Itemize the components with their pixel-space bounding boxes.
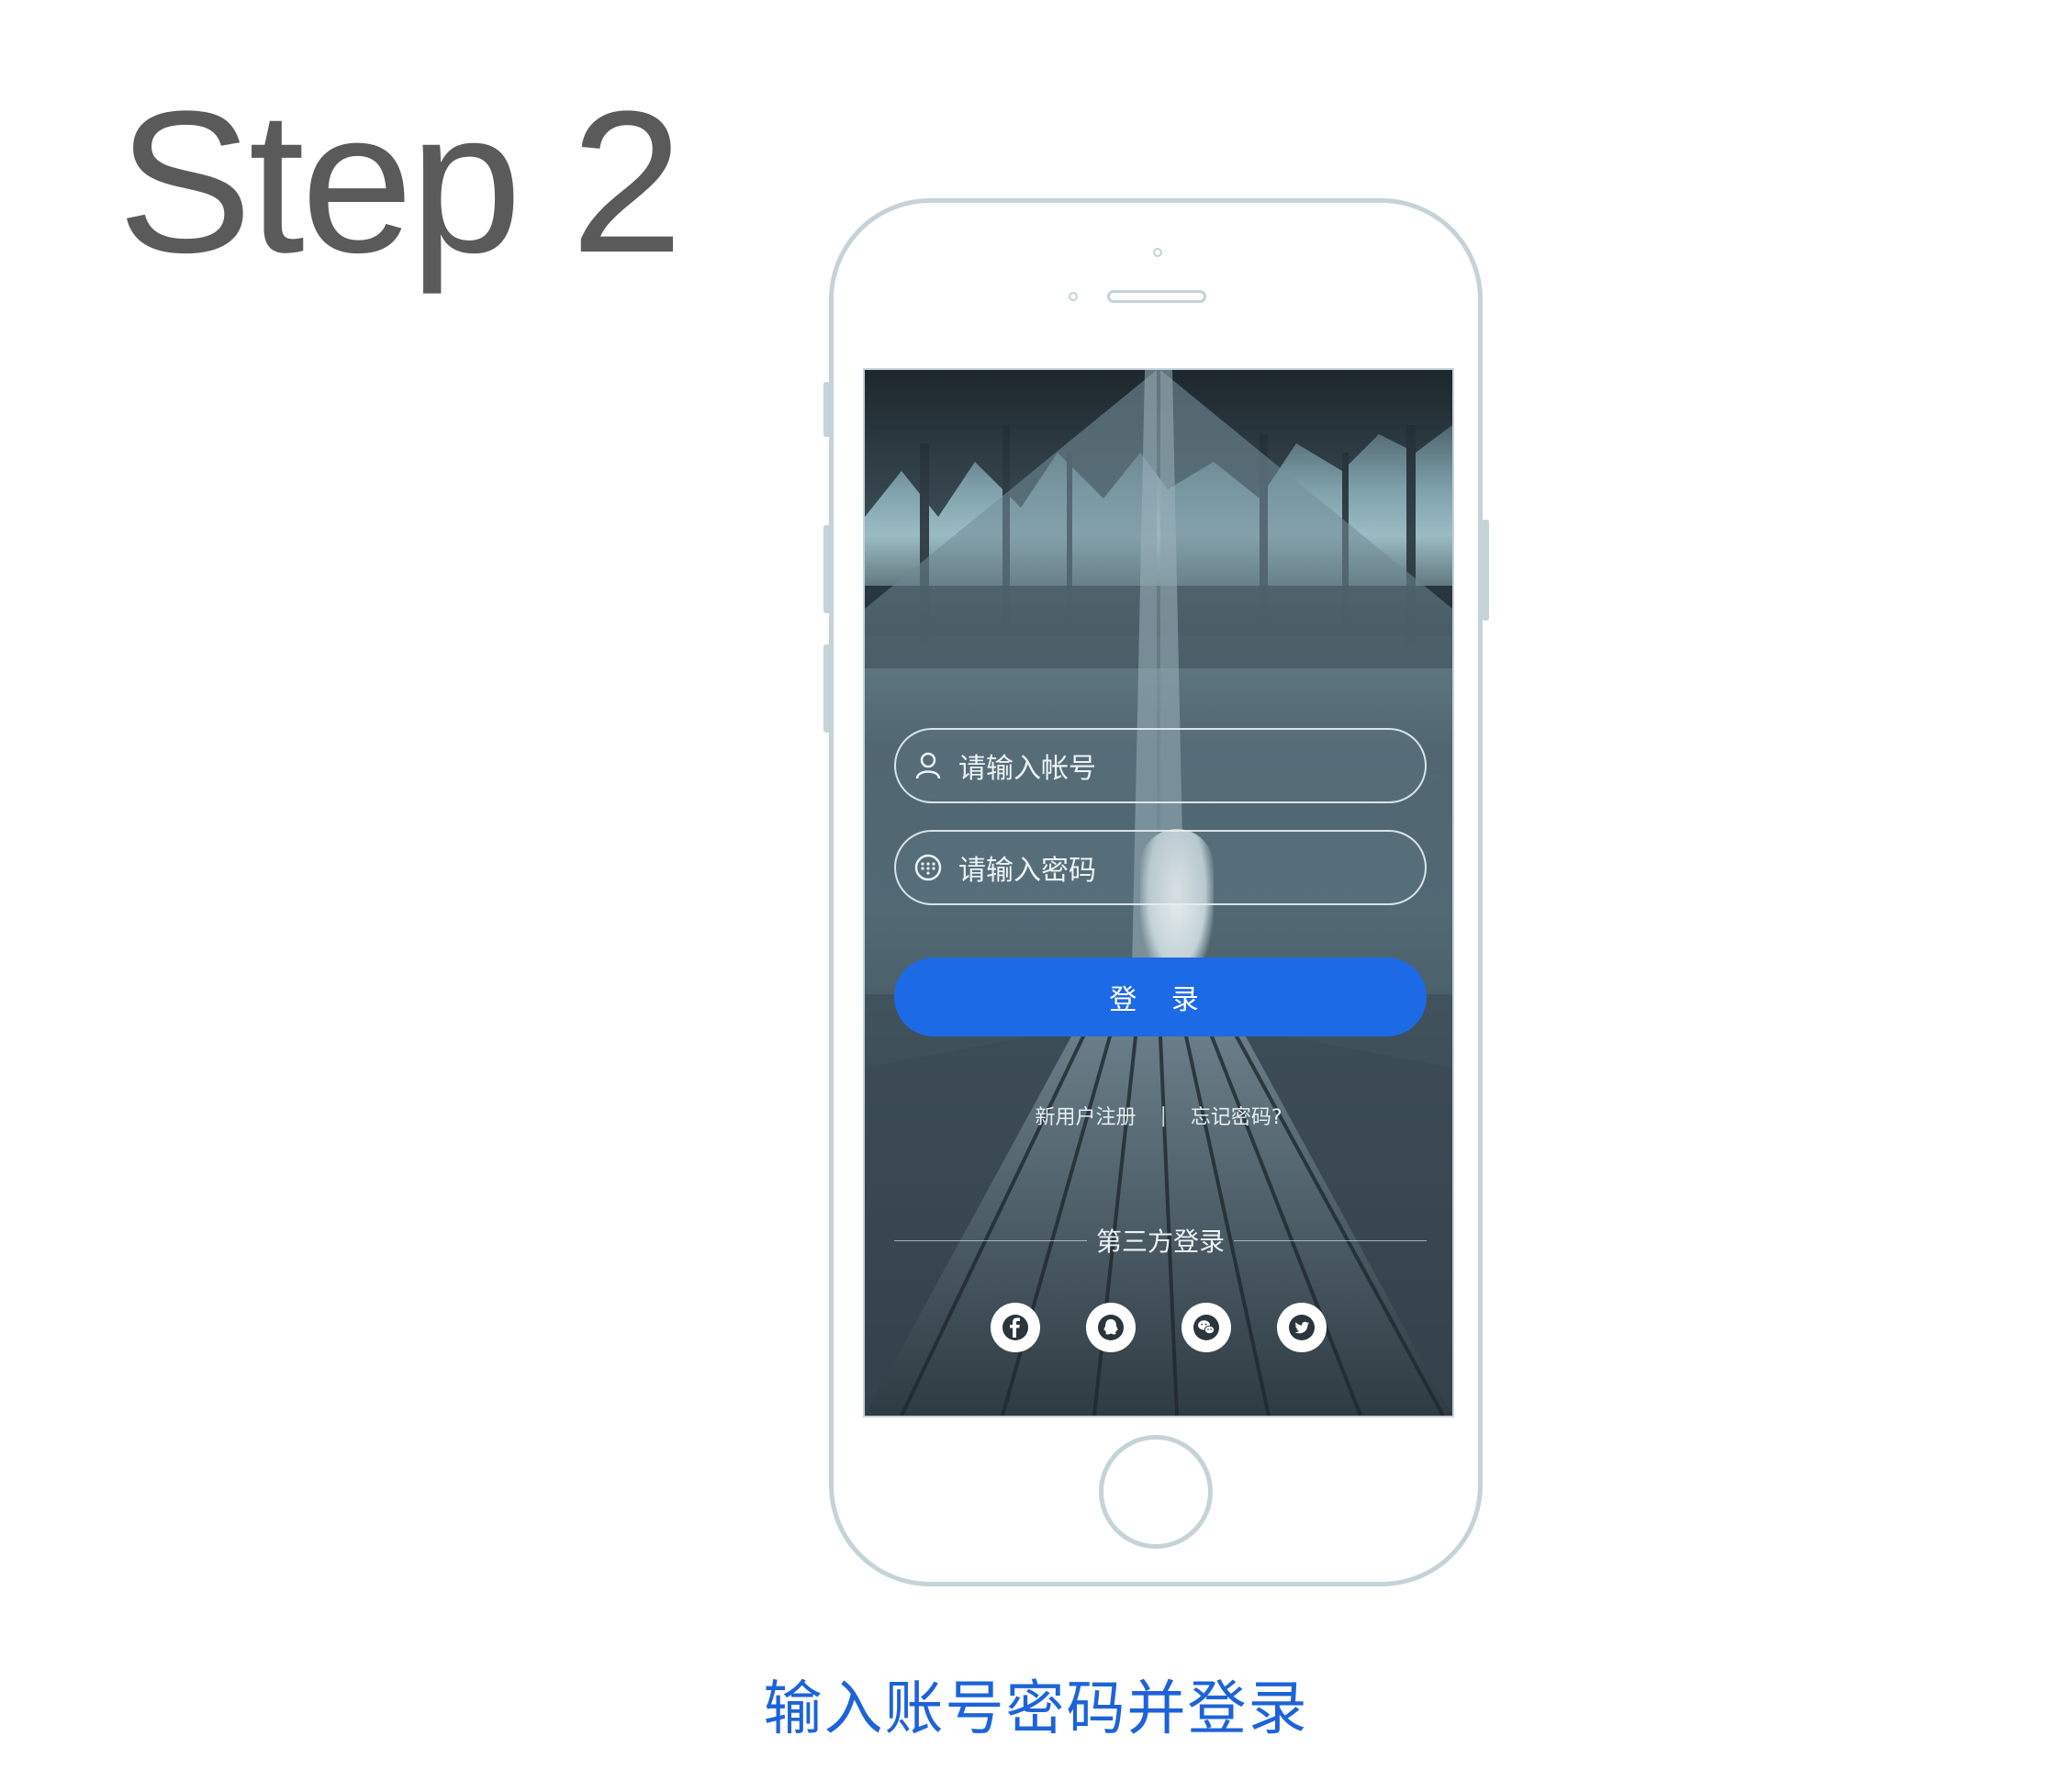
step-caption: 输入账号密码并登录 — [763, 1675, 1309, 1743]
account-input[interactable]: 请输入帐号 — [958, 745, 1096, 786]
mute-switch — [823, 382, 831, 437]
third-party-label: 第三方登录 — [1096, 1227, 1226, 1257]
front-camera — [1153, 248, 1162, 257]
volume-down-button — [823, 644, 831, 733]
social-login-row — [865, 1303, 1452, 1354]
user-icon — [913, 750, 944, 781]
proximity-sensor — [1069, 292, 1078, 301]
login-button[interactable]: 登 录 — [894, 958, 1427, 1036]
facebook-icon[interactable] — [991, 1303, 1040, 1352]
twitter-icon[interactable] — [1277, 1303, 1327, 1352]
divider-line-right — [1234, 1239, 1428, 1241]
login-screen: 请输入帐号 请输入密码 登 录 新用户注册 | 忘记密码? 第三方登录 — [863, 368, 1454, 1417]
power-button — [1482, 520, 1489, 621]
home-button[interactable] — [1099, 1435, 1213, 1549]
third-party-divider: 第三方登录 — [894, 1222, 1428, 1259]
volume-up-button — [823, 525, 831, 613]
lock-keypad-icon — [913, 852, 944, 883]
earpiece-speaker — [1107, 290, 1206, 303]
forgot-password-link[interactable]: 忘记密码? — [1191, 1101, 1282, 1130]
register-link[interactable]: 新用户注册 — [1035, 1101, 1136, 1130]
password-input[interactable]: 请输入密码 — [958, 847, 1096, 888]
account-links: 新用户注册 | 忘记密码? — [865, 1097, 1452, 1134]
account-field[interactable]: 请输入帐号 — [894, 728, 1427, 803]
wechat-icon[interactable] — [1182, 1303, 1231, 1352]
qq-icon[interactable] — [1086, 1303, 1136, 1352]
divider-line-left — [894, 1239, 1087, 1241]
links-separator: | — [1159, 1103, 1167, 1127]
password-field[interactable]: 请输入密码 — [894, 830, 1427, 905]
step-title: Step 2 — [118, 69, 683, 295]
